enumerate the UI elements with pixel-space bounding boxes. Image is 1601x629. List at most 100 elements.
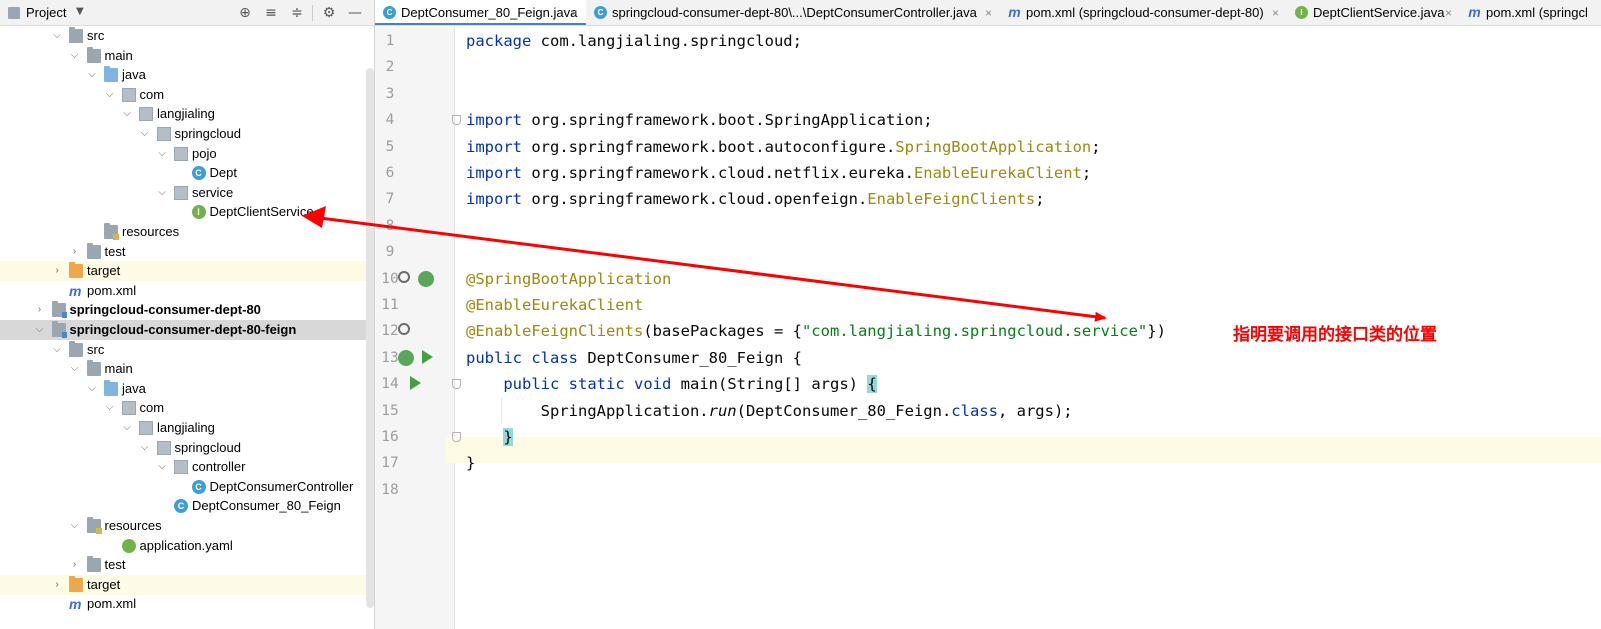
locate-icon[interactable]: ⊕ (236, 4, 254, 22)
tree-item[interactable]: ⌵ src (0, 340, 374, 360)
code-line[interactable]: SpringApplication.run(DeptConsumer_80_Fe… (466, 398, 1073, 424)
chevron-down-icon[interactable]: ⌵ (69, 46, 81, 66)
tree-item[interactable]: ⌵ src (0, 26, 374, 46)
tree-item[interactable]: › springcloud-consumer-dept-80 (0, 300, 374, 320)
code-line[interactable]: import org.springframework.cloud.openfei… (466, 186, 1045, 212)
chevron-right-icon[interactable]: › (69, 555, 81, 575)
editor-tab[interactable]: Cspringcloud-consumer-dept-80\...\DeptCo… (586, 0, 1000, 25)
tree-item[interactable]: › test (0, 555, 374, 575)
maven-icon: m (1468, 4, 1481, 20)
chevron-down-icon[interactable]: ⌵ (139, 438, 151, 458)
chevron-down-icon[interactable]: ⌵ (156, 144, 168, 164)
chevron-down-icon[interactable]: ⌵ (86, 379, 98, 399)
code-line[interactable]: public class DeptConsumer_80_Feign { (466, 345, 802, 371)
code-line[interactable]: @SpringBootApplication (466, 266, 671, 292)
tree-item[interactable]: C Dept (0, 163, 374, 183)
chevron-down-icon[interactable]: ⌵ (51, 340, 63, 360)
run-icon[interactable] (422, 349, 433, 364)
tree-item[interactable]: ⌵ java (0, 65, 374, 85)
expand-all-icon[interactable]: ≡ (262, 4, 280, 22)
chevron-down-icon[interactable]: ⌵ (139, 124, 151, 144)
editor-tab[interactable]: C DeptConsumer_80_Feign.java × (375, 0, 586, 25)
bean-search-icon[interactable] (398, 270, 410, 283)
chevron-down-icon[interactable]: ⌵ (104, 398, 116, 418)
folder-icon (69, 27, 83, 43)
code-line[interactable]: } (466, 424, 513, 450)
tree-item[interactable]: ⌵ main (0, 46, 374, 66)
tree-item[interactable]: ⌵ pojo (0, 144, 374, 164)
tree-item[interactable]: m pom.xml (0, 594, 374, 614)
tree-item[interactable]: ⌵ service (0, 183, 374, 203)
tree-item[interactable]: C DeptConsumerController (0, 477, 374, 497)
fold-icon[interactable] (452, 432, 461, 442)
close-icon[interactable]: × (1445, 0, 1452, 25)
tree-item[interactable]: ⌵ com (0, 85, 374, 105)
fold-icon[interactable] (452, 115, 461, 126)
tree-item[interactable]: ⌵ springcloud-consumer-dept-80-feign (0, 320, 374, 340)
minimize-icon[interactable]: — (346, 4, 364, 22)
tree-item[interactable]: ⌵ springcloud (0, 438, 374, 458)
tree-item[interactable]: ⌵ com (0, 398, 374, 418)
tree-scrollbar[interactable] (366, 68, 374, 608)
chevron-down-icon[interactable]: ⌵ (51, 26, 63, 46)
code-line[interactable]: import org.springframework.boot.SpringAp… (466, 107, 933, 133)
code-token: @EnableEurekaClient (466, 296, 644, 314)
tree-item[interactable]: ⌵ langjialing (0, 104, 374, 124)
tree-item[interactable]: ⌵ springcloud (0, 124, 374, 144)
editor-tab[interactable]: m pom.xml (springcl (1460, 0, 1601, 25)
chevron-down-icon[interactable]: ⌵ (156, 457, 168, 477)
chevron-down-icon[interactable]: ⌵ (69, 359, 81, 379)
line-number: 11 (381, 297, 399, 313)
chevron-right-icon[interactable]: › (69, 242, 81, 262)
spring-bean-icon[interactable] (398, 349, 414, 366)
current-line-highlight (446, 437, 1601, 463)
chevron-down-icon[interactable]: ▼ (76, 6, 84, 17)
tree-item[interactable]: › target (0, 574, 374, 595)
chevron-down-icon[interactable]: ⌵ (121, 104, 133, 124)
maven-icon: m (69, 282, 82, 299)
chevron-right-icon[interactable]: › (51, 575, 63, 595)
tree-item[interactable]: › target (0, 261, 374, 282)
project-panel-title[interactable]: Project (26, 5, 66, 20)
chevron-right-icon[interactable]: › (34, 300, 46, 320)
tree-item[interactable]: ⌵ langjialing (0, 418, 374, 438)
tree-item[interactable]: I DeptClientService (0, 202, 374, 222)
chevron-down-icon[interactable]: ⌵ (156, 183, 168, 203)
tree-item[interactable]: application.yaml (0, 536, 374, 556)
chevron-right-icon[interactable]: › (51, 261, 63, 281)
code-line[interactable]: @EnableFeignClients(basePackages = {"com… (466, 318, 1166, 344)
tree-item-label: application.yaml (139, 537, 233, 553)
code-line[interactable]: public static void main(String[] args) { (466, 371, 877, 397)
code-line[interactable]: } (466, 450, 475, 476)
gear-icon[interactable]: ⚙ (320, 4, 338, 22)
tree-item[interactable]: ⌵ java (0, 379, 374, 399)
tree-item-label: springcloud-consumer-dept-80-feign (69, 322, 297, 337)
chevron-down-icon[interactable]: ⌵ (104, 85, 116, 105)
close-icon[interactable]: × (985, 0, 992, 25)
code-line[interactable]: package com.langjialing.springcloud; (466, 28, 802, 54)
tree-item[interactable]: › test (0, 242, 374, 262)
close-icon[interactable]: × (1272, 0, 1279, 25)
fold-icon[interactable] (452, 379, 461, 390)
tree-item[interactable]: ⌵ controller (0, 457, 374, 477)
tree-item[interactable]: ⌵ main (0, 359, 374, 379)
code-line[interactable]: @EnableEurekaClient (466, 292, 643, 318)
tree-item[interactable]: C DeptConsumer_80_Feign (0, 496, 374, 516)
code-line[interactable]: import org.springframework.cloud.netflix… (466, 160, 1091, 186)
editor-tab[interactable]: I DeptClientService.java × (1287, 0, 1460, 25)
chevron-down-icon[interactable]: ⌵ (121, 418, 133, 438)
code-line[interactable]: import org.springframework.boot.autoconf… (466, 134, 1101, 160)
spring-bean-icon[interactable] (418, 270, 434, 287)
tree-item[interactable]: resources (0, 222, 374, 242)
close-icon[interactable]: × (571, 0, 578, 25)
tree-item[interactable]: m pom.xml (0, 281, 374, 301)
editor-tab-bar: C DeptConsumer_80_Feign.java × Cspringcloud… (375, 0, 1601, 26)
chevron-down-icon[interactable]: ⌵ (86, 65, 98, 85)
tree-item[interactable]: ⌵ resources (0, 516, 374, 536)
yaml-icon (121, 538, 136, 553)
chevron-down-icon[interactable]: ⌵ (69, 516, 81, 536)
run-icon[interactable] (410, 376, 421, 391)
editor-tab[interactable]: m pom.xml (springcloud-consumer-dept-80) × (1000, 0, 1287, 25)
collapse-all-icon[interactable]: ≑ (288, 4, 306, 22)
chevron-down-icon[interactable]: ⌵ (34, 320, 46, 340)
